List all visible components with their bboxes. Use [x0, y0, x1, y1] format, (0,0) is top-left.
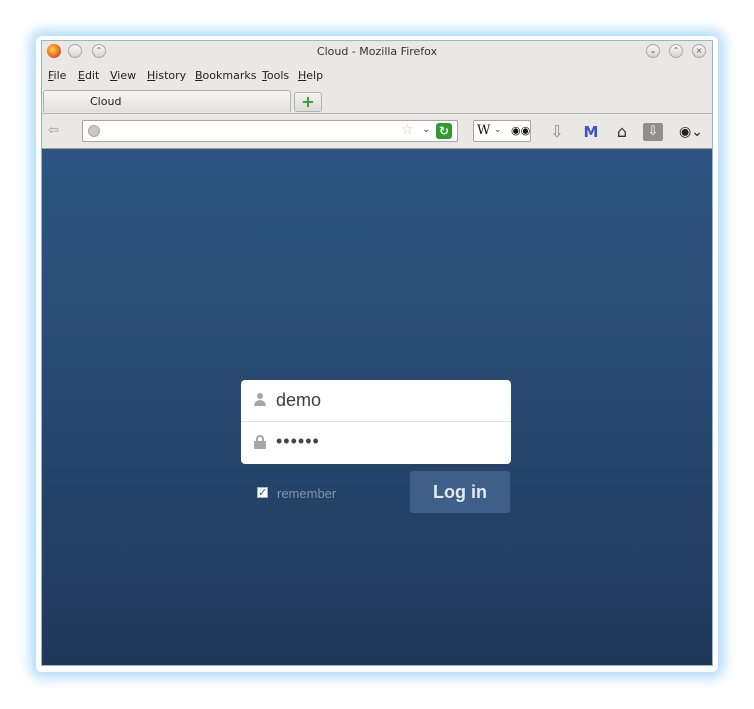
- menu-history[interactable]: History: [147, 69, 186, 82]
- search-engine-dropdown-icon[interactable]: ⌄: [494, 125, 502, 135]
- user-icon: [254, 393, 266, 407]
- browser-window: ⌃ Cloud - Mozilla Firefox ⌄ ⌃ × File Edi…: [41, 40, 713, 666]
- gmail-icon[interactable]: M: [580, 122, 602, 142]
- tab-label: Cloud: [90, 95, 122, 108]
- login-form: demo ••••••: [241, 380, 511, 464]
- menu-edit[interactable]: Edit: [78, 69, 99, 82]
- window-title: Cloud - Mozilla Firefox: [316, 45, 438, 58]
- wikipedia-icon[interactable]: W: [477, 123, 490, 138]
- home-icon[interactable]: ⌂: [611, 122, 633, 142]
- addon-menu-icon[interactable]: ◉⌄: [674, 122, 708, 142]
- url-dropdown-icon[interactable]: ⌄: [422, 124, 430, 135]
- password-value[interactable]: ••••••: [276, 431, 320, 452]
- menu-view[interactable]: View: [110, 69, 136, 82]
- bookmark-star-icon[interactable]: ☆: [401, 122, 414, 138]
- username-value[interactable]: demo: [276, 390, 321, 411]
- menu-file[interactable]: File: [48, 69, 66, 82]
- reload-icon[interactable]: ↻: [436, 123, 452, 139]
- url-bar[interactable]: ☆ ⌄ ↻: [82, 120, 458, 142]
- back-arrow-icon[interactable]: ⇦: [48, 122, 70, 140]
- shade-icon[interactable]: ⌄: [646, 44, 660, 58]
- globe-icon: [88, 125, 100, 137]
- tab-cloud[interactable]: Cloud: [43, 90, 291, 112]
- lock-icon: [254, 435, 266, 449]
- menu-bar: File Edit View History Bookmarks Tools H…: [42, 65, 712, 85]
- new-tab-button[interactable]: +: [294, 92, 322, 112]
- page-content: demo •••••• ✓ remember Log in: [42, 149, 712, 665]
- remember-checkbox[interactable]: ✓: [257, 487, 268, 498]
- downloads-arrow-icon[interactable]: ⇩: [546, 122, 568, 142]
- maximize-icon[interactable]: ⌃: [669, 44, 683, 58]
- remember-label[interactable]: remember: [277, 486, 336, 501]
- username-field[interactable]: demo: [241, 380, 511, 422]
- tab-strip: Cloud +: [42, 89, 712, 114]
- download-box-icon[interactable]: ⇩: [643, 123, 663, 141]
- password-field[interactable]: ••••••: [241, 422, 511, 463]
- menu-help[interactable]: Help: [298, 69, 323, 82]
- navigation-toolbar: ⇦ ☆ ⌄ ↻ W ⌄ ◉◉ ⇩ M ⌂ ⇩ ◉⌄: [42, 114, 712, 149]
- menu-tools[interactable]: Tools: [262, 69, 289, 82]
- search-bar[interactable]: W ⌄ ◉◉: [473, 120, 531, 142]
- close-icon[interactable]: ×: [692, 44, 706, 58]
- login-button[interactable]: Log in: [410, 471, 510, 513]
- resize-handle[interactable]: [712, 463, 713, 471]
- title-bar: ⌃ Cloud - Mozilla Firefox ⌄ ⌃ ×: [42, 41, 712, 63]
- binoculars-icon[interactable]: ◉◉: [511, 124, 530, 137]
- menu-bookmarks[interactable]: Bookmarks: [195, 69, 256, 82]
